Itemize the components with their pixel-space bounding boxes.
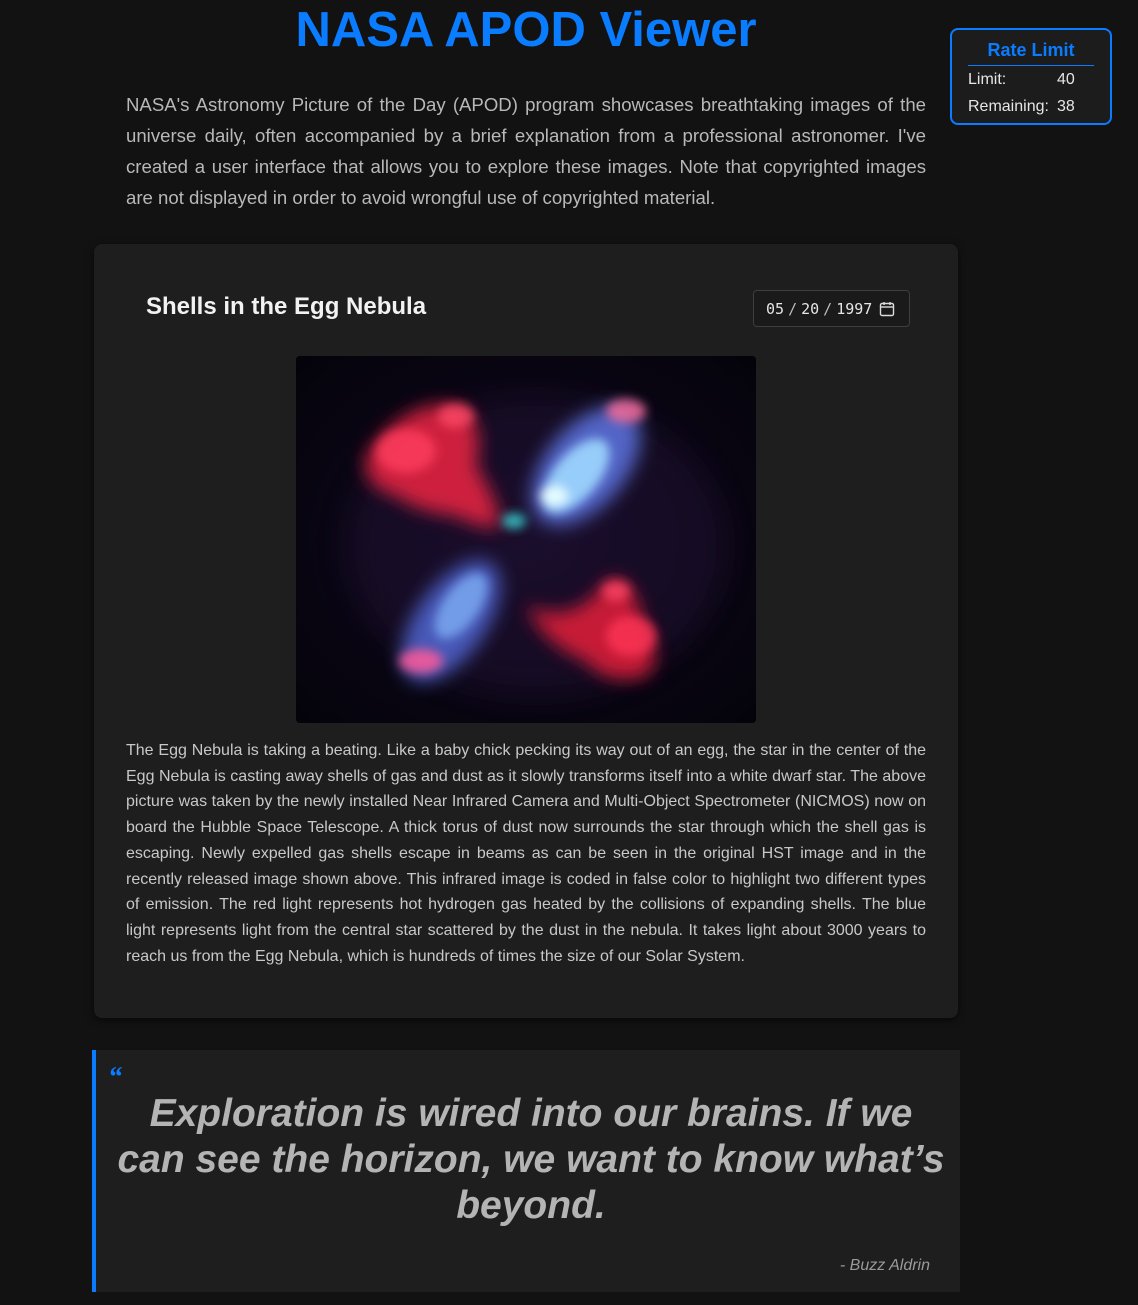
date-month[interactable]: 05: [766, 300, 784, 318]
intro-paragraph: NASA's Astronomy Picture of the Day (APO…: [126, 94, 926, 208]
rate-limit-title: Rate Limit: [968, 40, 1094, 66]
quote-author: - Buzz Aldrin: [839, 1257, 930, 1274]
rate-limit-row: Limit: 40: [968, 66, 1110, 93]
app-title: NASA APOD Viewer: [295, 3, 757, 57]
date-separator: /: [788, 299, 798, 318]
date-separator: /: [823, 299, 833, 318]
limit-value: 40: [1057, 71, 1075, 88]
apod-explanation: The Egg Nebula is taking a beating. Like…: [126, 742, 926, 965]
quote-mark-icon: “: [108, 1062, 122, 1093]
date-year[interactable]: 1997: [836, 300, 872, 318]
remaining-row: Remaining: 38: [968, 93, 1110, 120]
calendar-icon[interactable]: [879, 301, 895, 317]
apod-title: Shells in the Egg Nebula: [146, 293, 427, 320]
apod-image: [296, 356, 756, 723]
remaining-label: Remaining:: [968, 98, 1049, 115]
remaining-value: 38: [1057, 98, 1075, 115]
rate-limit-card: Rate Limit Limit: 40 Remaining: 38: [950, 28, 1112, 125]
apod-card: Shells in the Egg Nebula 05 / 20 / 1997: [94, 244, 958, 1018]
egg-nebula-image: [296, 356, 756, 723]
date-picker-input[interactable]: 05 / 20 / 1997: [753, 290, 910, 327]
date-day[interactable]: 20: [801, 300, 819, 318]
limit-label: Limit:: [968, 71, 1007, 88]
quote-text: Exploration is wired into our brains. If…: [117, 1092, 945, 1227]
quote-block: “ Exploration is wired into our brains. …: [92, 1050, 960, 1292]
page: NASA APOD Viewer Rate Limit Limit: 40 Re…: [0, 0, 1138, 1305]
